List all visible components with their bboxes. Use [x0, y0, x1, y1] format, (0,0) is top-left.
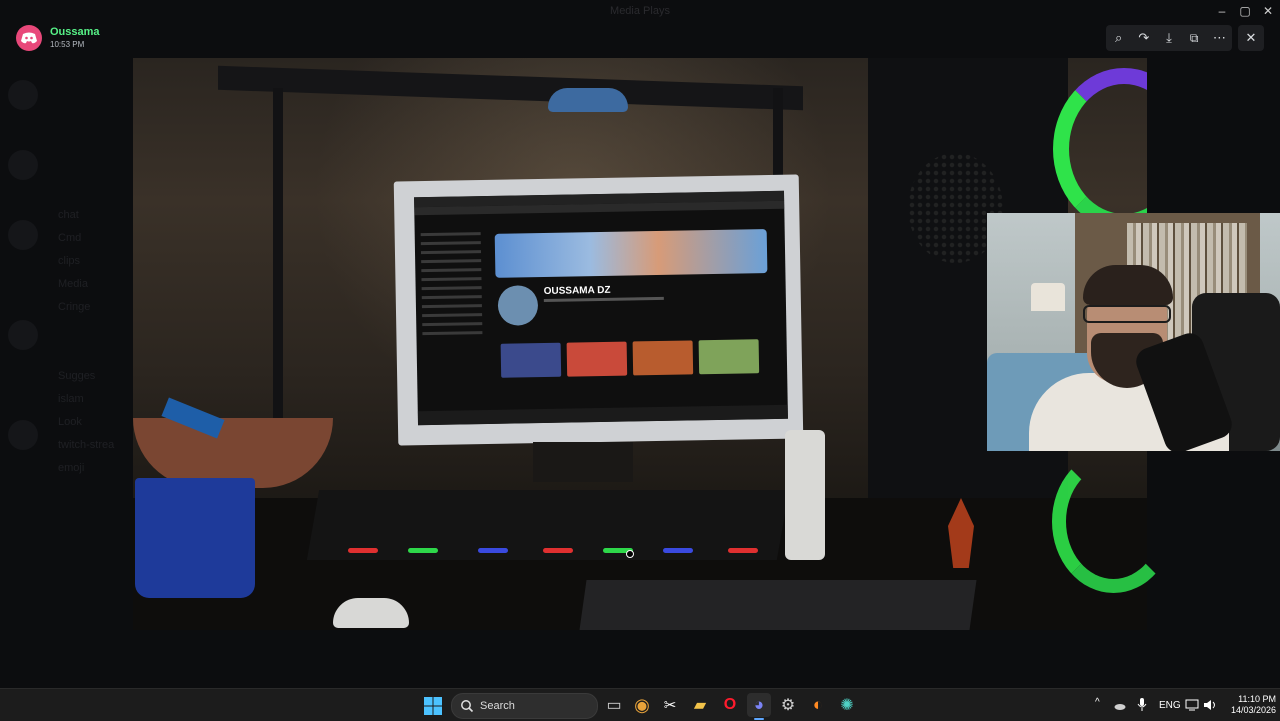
- video-thumbnail: [632, 340, 694, 376]
- monitor-screen: OUSSAMA DZ: [414, 190, 788, 426]
- video-thumbnail: [698, 339, 760, 375]
- author-avatar[interactable]: [16, 25, 42, 51]
- chrome-icon: ◉: [634, 694, 650, 715]
- message-timestamp: 10:53 PM: [50, 40, 85, 49]
- taskbar-search[interactable]: Search: [451, 693, 598, 719]
- file-explorer-icon: ▰: [693, 697, 707, 714]
- firefox-icon: ◐: [812, 695, 824, 714]
- background-window-title: Media Plays: [610, 5, 670, 17]
- keyboard-light: [478, 548, 508, 553]
- input-language[interactable]: ENG: [1159, 700, 1181, 711]
- channel-banner: [494, 229, 768, 278]
- taskbar-clock[interactable]: 11:10 PM 14/03/2026: [1222, 694, 1276, 716]
- settings-icon: ⚙: [780, 697, 796, 714]
- image-viewer-header: Oussama 10:53 PM ⌕ ↷ ⤓ ⧉ ⋯ ✕: [0, 22, 1280, 58]
- channel-item[interactable]: clips: [58, 254, 80, 268]
- person-hair: [1083, 265, 1173, 305]
- keyboard-light: [728, 548, 758, 553]
- taskbar-task-view[interactable]: ▭: [602, 693, 626, 717]
- channel-meta: [543, 296, 664, 302]
- channel-item[interactable]: Cringe: [58, 300, 90, 314]
- shelf-leg: [273, 88, 283, 418]
- clock-time: 11:10 PM: [1238, 694, 1276, 704]
- open-external-button[interactable]: ⧉: [1183, 27, 1205, 49]
- cursor-icon: [626, 550, 634, 558]
- blue-jar: [548, 88, 628, 112]
- download-button[interactable]: ⤓: [1158, 27, 1180, 49]
- download-icon: ⤓: [1166, 30, 1172, 45]
- taskbar-snipping-tool[interactable]: ✂: [658, 693, 682, 717]
- webcam-overlay: [987, 213, 1280, 451]
- zoom-icon: ⌕: [1114, 30, 1123, 45]
- keyboard-light: [543, 548, 573, 553]
- channel-item[interactable]: islam: [58, 392, 84, 406]
- keyboard-light: [663, 548, 693, 553]
- taskbar-discord[interactable]: ◕: [747, 693, 771, 717]
- server-icon[interactable]: [8, 80, 38, 110]
- windows-logo-icon: [424, 697, 442, 715]
- channel-item[interactable]: Sugges: [58, 369, 95, 383]
- show-hidden-icons-chevron-up-icon[interactable]: ^: [1095, 697, 1100, 708]
- more-icon: ⋯: [1212, 30, 1226, 45]
- server-icon[interactable]: [8, 320, 38, 350]
- start-button[interactable]: [423, 696, 443, 716]
- blue-mug: [135, 478, 255, 598]
- channel-item[interactable]: emoji: [58, 461, 84, 475]
- server-icon[interactable]: [8, 420, 38, 450]
- mousepad: [579, 580, 977, 630]
- network-icon[interactable]: [1185, 699, 1199, 711]
- viewer-toolbar: ⌕ ↷ ⤓ ⧉ ⋯: [1106, 25, 1232, 51]
- taskbar-chrome[interactable]: ◉: [630, 693, 654, 717]
- taskbar-settings[interactable]: ⚙: [776, 693, 800, 717]
- channel-avatar: [497, 285, 539, 326]
- channel-item[interactable]: chat: [58, 208, 79, 222]
- youtube-sidebar: [420, 226, 484, 417]
- windows-taskbar: Search ▭ ◉ ✂ ▰ O ◕ ⚙ ◐ ✺ ^ ENG 11:10 PM …: [0, 688, 1280, 721]
- channel-item[interactable]: Media: [58, 277, 88, 291]
- taskbar-chatgpt[interactable]: ✺: [835, 693, 859, 717]
- onedrive-icon[interactable]: [1114, 699, 1126, 711]
- window-close-button[interactable]: ✕: [1254, 0, 1280, 22]
- discord-icon: ◕: [753, 695, 765, 714]
- snipping-tool-icon: ✂: [663, 697, 677, 714]
- volume-icon[interactable]: [1203, 699, 1217, 711]
- forward-button[interactable]: ↷: [1133, 27, 1155, 49]
- chatgpt-icon: ✺: [840, 697, 854, 714]
- close-icon: ✕: [1245, 30, 1257, 45]
- task-view-icon: ▭: [606, 697, 622, 714]
- taskbar-file-explorer[interactable]: ▰: [688, 693, 712, 717]
- close-viewer-button[interactable]: ✕: [1238, 25, 1264, 51]
- channel-item[interactable]: twitch-strea: [58, 438, 114, 452]
- zoom-button[interactable]: ⌕: [1108, 27, 1130, 49]
- author-name[interactable]: Oussama: [50, 26, 100, 38]
- video-thumbnail: [500, 342, 562, 378]
- taskbar-opera[interactable]: O: [718, 693, 742, 717]
- keyboard-light: [408, 548, 438, 553]
- microphone-icon[interactable]: [1137, 698, 1147, 712]
- opera-icon: O: [723, 696, 737, 713]
- monitor-stand: [533, 442, 633, 482]
- channel-item[interactable]: Cmd: [58, 231, 81, 245]
- search-icon: [461, 700, 474, 713]
- channel-name: OUSSAMA DZ: [543, 284, 611, 297]
- taskbar-firefox[interactable]: ◐: [806, 693, 830, 717]
- white-mouse: [333, 598, 409, 628]
- white-charger: [785, 430, 825, 560]
- rgb-fan-ring: [1052, 450, 1175, 593]
- more-options-button[interactable]: ⋯: [1208, 27, 1230, 49]
- keyboard-light: [348, 548, 378, 553]
- lamp: [1031, 283, 1065, 311]
- clock-date: 14/03/2026: [1230, 705, 1276, 715]
- forward-icon: ↷: [1138, 30, 1150, 45]
- glasses: [1083, 305, 1171, 323]
- open-external-icon: ⧉: [1189, 30, 1199, 45]
- server-icon[interactable]: [8, 150, 38, 180]
- search-placeholder: Search: [480, 700, 515, 712]
- server-icon[interactable]: [8, 220, 38, 250]
- discord-logo-icon: [21, 32, 37, 44]
- channel-item[interactable]: Look: [58, 415, 82, 429]
- video-thumbnail: [566, 341, 628, 377]
